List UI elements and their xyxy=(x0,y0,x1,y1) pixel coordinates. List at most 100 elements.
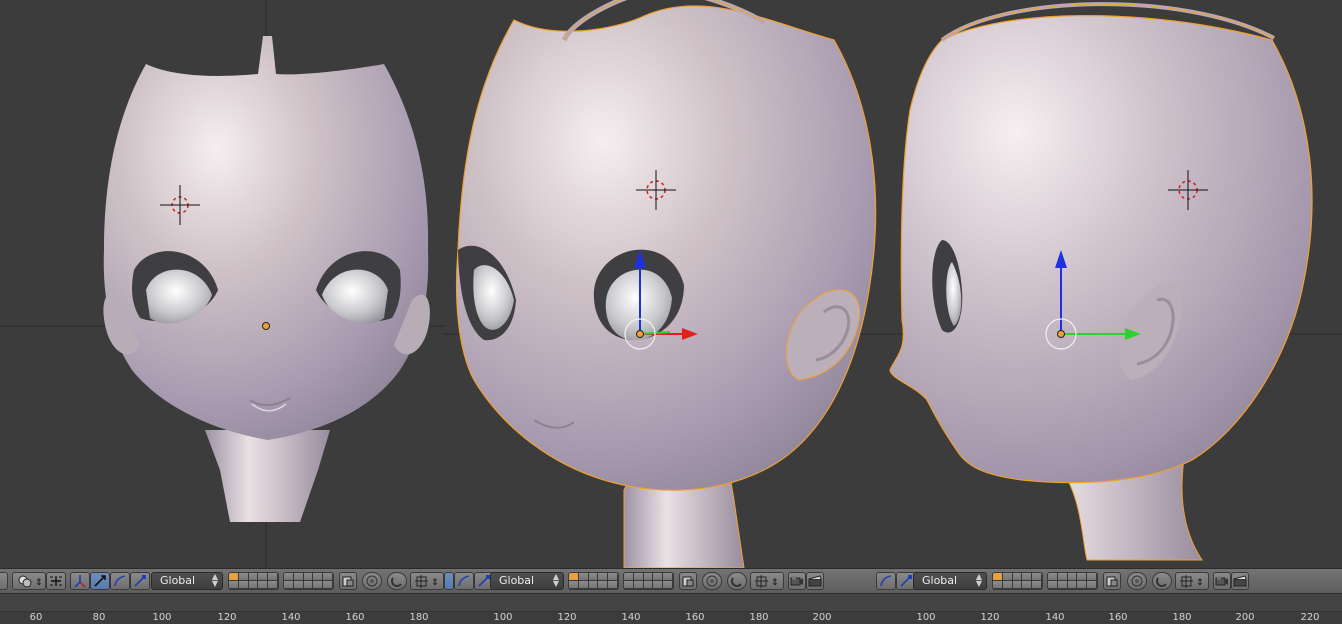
proportional-edit-button[interactable] xyxy=(702,572,722,590)
transform-orientation-dropdown[interactable]: Global ▲ ▼ xyxy=(490,572,564,590)
scale-manipulator-button[interactable] xyxy=(130,572,150,590)
snap-element-dropdown[interactable]: ⇕ xyxy=(750,572,784,590)
render-animation-button[interactable] xyxy=(1231,572,1249,590)
translate-manipulator-button[interactable] xyxy=(70,572,90,590)
proportional-edit-icon xyxy=(366,575,378,587)
timeline-tick-label: 100 xyxy=(916,612,936,623)
rotate-manipulator-button[interactable] xyxy=(876,572,896,590)
scale-icon xyxy=(134,575,146,587)
lock-layers-button[interactable] xyxy=(1103,572,1121,590)
snap-button[interactable] xyxy=(727,572,747,590)
svg-text:⇕: ⇕ xyxy=(1196,578,1204,588)
proportional-edit-icon xyxy=(1131,575,1143,587)
transform-orientation-value: Global xyxy=(922,574,958,587)
timeline-tick-label: 160 xyxy=(1108,612,1128,623)
chevron-updown-icon: ▲ ▼ xyxy=(211,572,218,588)
3d-viewports xyxy=(0,0,1342,568)
transform-orientation-dropdown[interactable]: Global ▲ ▼ xyxy=(913,572,987,590)
timeline-strip[interactable] xyxy=(0,594,1342,612)
viewport-header-bar: ⇕ Global ▲ ▼ ⇕ Global ▲ ▼ ⇕ Global ▲ ▼ ⇕ xyxy=(0,568,1342,594)
lock-layers-button[interactable] xyxy=(339,572,357,590)
clapperboard-icon xyxy=(808,575,822,587)
head-front xyxy=(103,36,429,440)
lock-layers-button[interactable] xyxy=(679,572,697,590)
translate-toggle-button[interactable] xyxy=(90,572,110,590)
arrow-icon xyxy=(94,575,106,587)
timeline-tick-label: 180 xyxy=(1172,612,1192,623)
timeline-tick-label: 160 xyxy=(685,612,705,623)
timeline-tick-label: 200 xyxy=(1235,612,1255,623)
snap-increment-icon: ⇕ xyxy=(415,575,439,588)
timeline-tick-label: 140 xyxy=(281,612,301,623)
layer-group-1[interactable] xyxy=(992,572,1043,590)
viewport-perspective[interactable] xyxy=(444,0,882,568)
front-head-model xyxy=(0,0,444,568)
timeline-tick-label: 120 xyxy=(557,612,577,623)
timeline-tick-label: 120 xyxy=(980,612,1000,623)
render-animation-button[interactable] xyxy=(806,572,824,590)
snap-increment-icon: ⇕ xyxy=(1180,575,1204,588)
snap-button[interactable] xyxy=(387,572,407,590)
proportional-edit-icon xyxy=(706,575,718,587)
render-camera-icon xyxy=(790,576,803,586)
timeline-tick-label: 220 xyxy=(1300,612,1320,623)
rotate-manipulator-button[interactable] xyxy=(454,572,474,590)
layer-group-2[interactable] xyxy=(283,572,334,590)
pivot-point-icon: ⇕ xyxy=(18,575,42,588)
timeline-tick-label: 140 xyxy=(621,612,641,623)
svg-text:⇕: ⇕ xyxy=(431,578,439,588)
timeline-tick-label: 180 xyxy=(749,612,769,623)
layers-lock-icon xyxy=(342,576,354,587)
snap-magnet-icon xyxy=(731,577,742,587)
timeline-tick-label: 140 xyxy=(1045,612,1065,623)
rotate-manipulator-button[interactable] xyxy=(110,572,130,590)
snap-magnet-icon xyxy=(391,577,402,587)
snap-button[interactable] xyxy=(1152,572,1172,590)
side-head-model xyxy=(882,2,1342,561)
origin-dot xyxy=(262,322,270,330)
viewport-header-perspective: Global ▲ ▼ ⇕ xyxy=(444,569,882,595)
render-button[interactable] xyxy=(788,572,806,590)
scale-icon xyxy=(478,575,490,587)
chevron-updown-icon: ▲ ▼ xyxy=(552,572,559,588)
rotate-icon xyxy=(458,575,470,587)
translate-toggle-button[interactable] xyxy=(444,572,454,590)
viewport-header-side: Global ▲ ▼ ⇕ xyxy=(876,569,1342,595)
svg-text:⇕: ⇕ xyxy=(771,578,779,588)
snap-element-dropdown[interactable]: ⇕ xyxy=(410,572,444,590)
viewport-side[interactable] xyxy=(882,0,1342,568)
proportional-edit-button[interactable] xyxy=(362,572,382,590)
layer-group-1[interactable] xyxy=(228,572,279,590)
manipulator-icon xyxy=(50,576,62,586)
axis-icon xyxy=(74,575,86,588)
timeline-tick-label: 80 xyxy=(92,612,106,623)
layer-group-2[interactable] xyxy=(623,572,674,590)
pivot-point-button[interactable]: ⇕ xyxy=(12,572,46,590)
transform-orientation-value: Global xyxy=(499,574,535,587)
transform-orientation-dropdown[interactable]: Global ▲ ▼ xyxy=(151,572,223,590)
proportional-edit-button[interactable] xyxy=(1127,572,1147,590)
manipulator-toggle-button[interactable] xyxy=(46,572,66,590)
viewport-front[interactable] xyxy=(0,0,444,568)
layers-lock-icon xyxy=(1106,576,1118,587)
timeline-tick-label: 160 xyxy=(345,612,365,623)
layer-group-2[interactable] xyxy=(1047,572,1098,590)
shading-button[interactable] xyxy=(0,572,8,590)
head-side xyxy=(889,14,1313,484)
clapperboard-icon xyxy=(1233,575,1247,587)
snap-element-dropdown[interactable]: ⇕ xyxy=(1175,572,1209,590)
rotate-icon xyxy=(880,575,892,587)
timeline-tick-label: 120 xyxy=(217,612,237,623)
render-button[interactable] xyxy=(1213,572,1231,590)
layer-group-1[interactable] xyxy=(568,572,619,590)
viewport-header-front: ⇕ Global ▲ ▼ ⇕ xyxy=(0,569,444,595)
timeline-tick-label: 180 xyxy=(409,612,429,623)
timeline-tick-label: 200 xyxy=(812,612,832,623)
snap-magnet-icon xyxy=(1156,577,1167,587)
timeline-tick-label: 100 xyxy=(493,612,513,623)
head-perspective xyxy=(455,5,877,491)
rotate-icon xyxy=(114,575,126,587)
timeline-ruler[interactable]: 60 80 100 120 140 160 180 100 120 140 16… xyxy=(0,594,1342,624)
svg-text:⇕: ⇕ xyxy=(35,578,42,588)
render-camera-icon xyxy=(1215,576,1228,586)
